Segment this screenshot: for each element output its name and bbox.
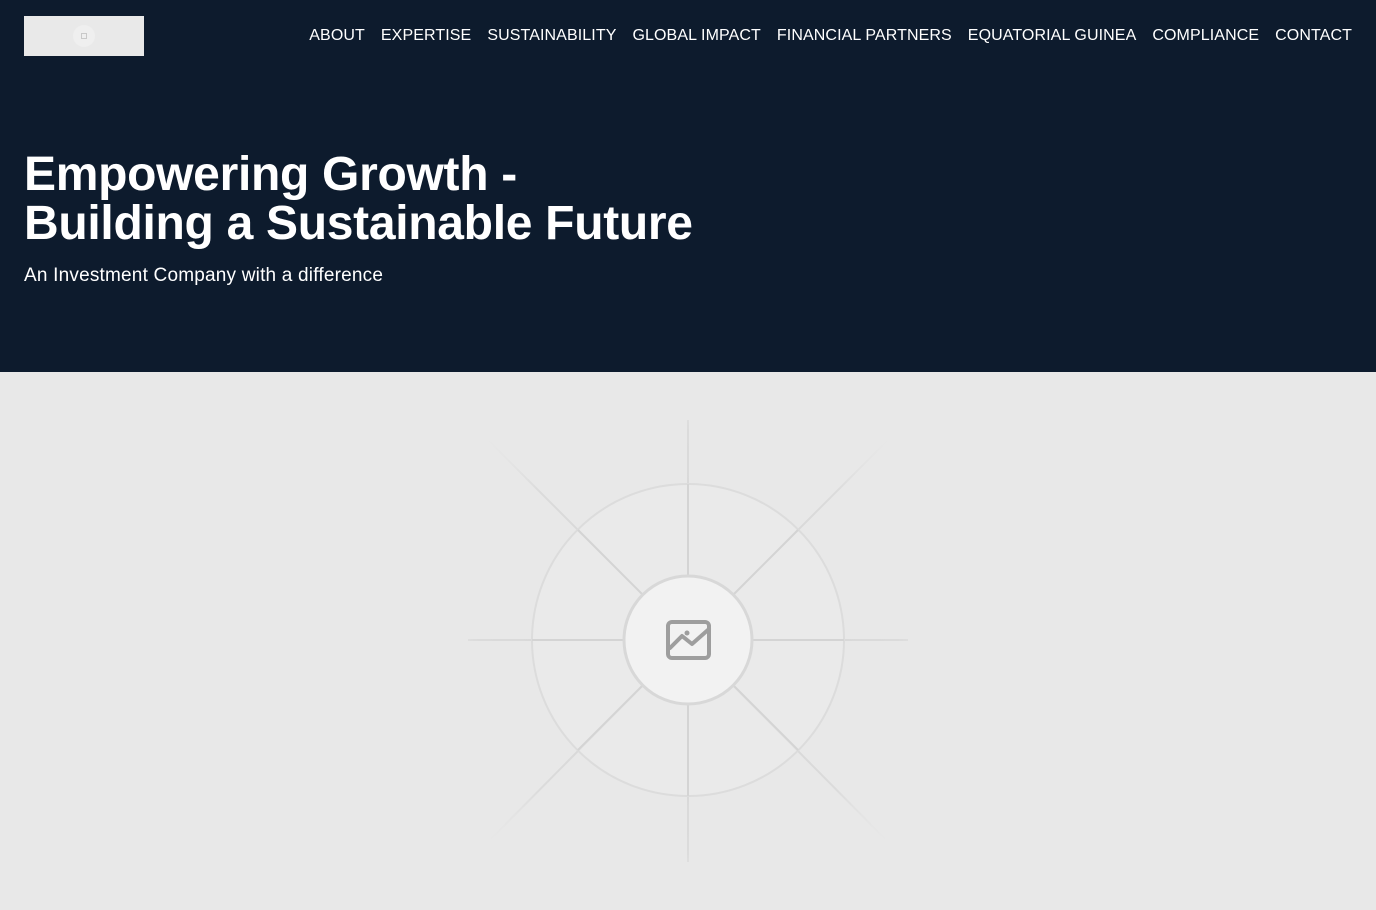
logo-placeholder-icon	[73, 25, 95, 47]
nav-link-compliance[interactable]: COMPLIANCE	[1152, 27, 1259, 45]
hero-section: ABOUT EXPERTISE SUSTAINABILITY GLOBAL IM…	[0, 0, 1376, 372]
image-placeholder-graphic	[468, 420, 908, 862]
image-placeholder	[0, 372, 1376, 910]
nav-link-contact[interactable]: CONTACT	[1275, 27, 1352, 45]
nav-link-equatorial-guinea[interactable]: EQUATORIAL GUINEA	[968, 27, 1137, 45]
hero-title-line-1: Empowering Growth -	[24, 148, 517, 201]
nav-link-global-impact[interactable]: GLOBAL IMPACT	[632, 27, 760, 45]
nav-link-financial-partners[interactable]: FINANCIAL PARTNERS	[777, 27, 952, 45]
site-logo[interactable]	[24, 16, 144, 56]
hero-subtitle: An Investment Company with a difference	[24, 265, 384, 286]
hero-title: Empowering Growth - Building a Sustainab…	[24, 150, 693, 248]
hero-title-line-2: Building a Sustainable Future	[24, 197, 693, 250]
main-navigation: ABOUT EXPERTISE SUSTAINABILITY GLOBAL IM…	[309, 24, 1352, 48]
nav-link-expertise[interactable]: EXPERTISE	[381, 27, 471, 45]
nav-link-about[interactable]: ABOUT	[309, 27, 365, 45]
nav-link-sustainability[interactable]: SUSTAINABILITY	[487, 27, 616, 45]
